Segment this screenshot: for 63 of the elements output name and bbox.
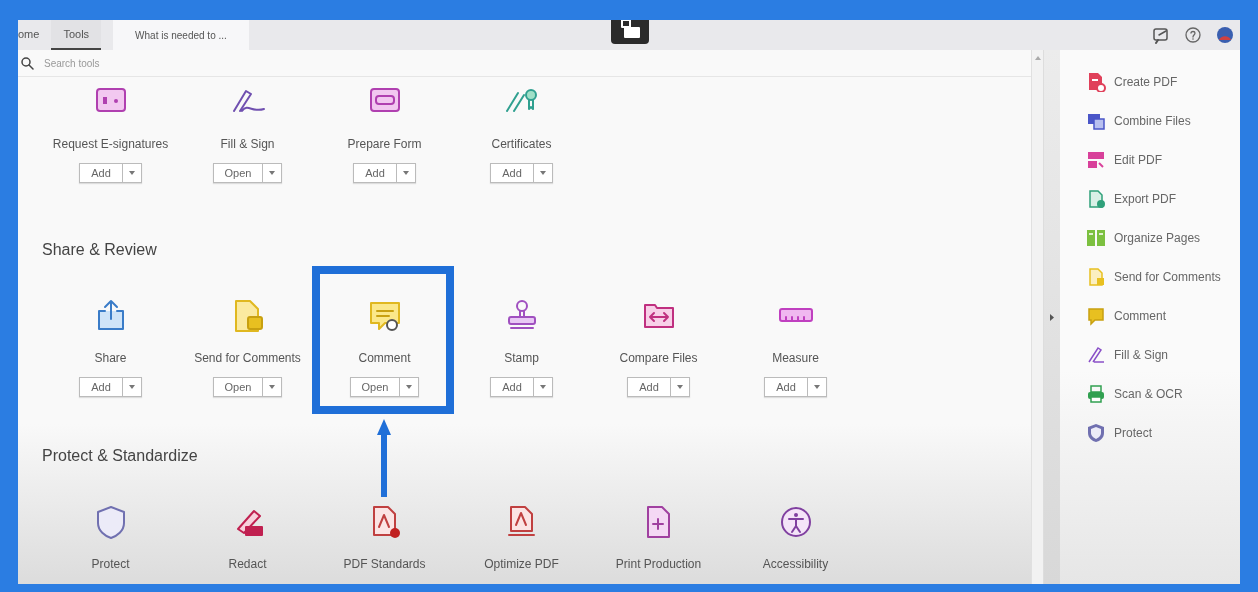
- tab[interactable]: ome: [18, 20, 52, 50]
- sidebar-item[interactable]: Edit PDF: [1114, 153, 1162, 167]
- sidebar-item[interactable]: Export PDF: [1114, 192, 1176, 206]
- caret-icon: [539, 171, 546, 175]
- tool-label: Protect: [91, 557, 130, 571]
- tab[interactable]: Tools: [51, 20, 102, 50]
- caret-icon: [539, 385, 546, 389]
- tool-label: Print Production: [615, 557, 702, 571]
- screen-capture-icon: [619, 20, 641, 39]
- tool-label: Request E-signatures: [52, 137, 169, 151]
- caret-icon: [676, 385, 683, 389]
- search-icon: [20, 56, 34, 70]
- tool-label: Send for Comments: [194, 351, 301, 365]
- tool-label: Share: [94, 351, 127, 365]
- window-icon[interactable]: [611, 20, 649, 44]
- tool-label: Fill & Sign: [220, 137, 275, 151]
- sidebar-item[interactable]: Scan & OCR: [1114, 387, 1183, 401]
- scroll-up-icon: [1034, 56, 1041, 60]
- tool-label: Compare Files: [619, 351, 698, 365]
- section-heading: Protect & Standardize: [42, 447, 199, 465]
- caret-icon: [813, 385, 820, 389]
- tool-action-button[interactable]: Add: [765, 378, 807, 396]
- tool-label: PDF Standards: [343, 557, 426, 571]
- dropdown-button[interactable]: [262, 378, 282, 396]
- collapse-icon: [1050, 313, 1054, 321]
- tool-action-button[interactable]: Add: [80, 378, 122, 396]
- tool-action-button[interactable]: Add: [354, 164, 396, 182]
- search-field[interactable]: Search tools: [42, 56, 246, 70]
- sidebar-item[interactable]: Organize Pages: [1114, 231, 1201, 245]
- dropdown-button[interactable]: [399, 378, 419, 396]
- tool-label: Comment: [358, 351, 411, 365]
- tool-label: Optimize PDF: [484, 557, 559, 571]
- dropdown-button[interactable]: [262, 164, 282, 182]
- caret-icon: [128, 385, 135, 389]
- tool-label: Redact: [228, 557, 267, 571]
- tool-action-button[interactable]: Add: [491, 164, 533, 182]
- tool-action-button[interactable]: Add: [491, 378, 533, 396]
- caret-icon: [128, 171, 135, 175]
- tool-label: Measure: [772, 351, 819, 365]
- tool-action-button[interactable]: Open: [213, 164, 263, 182]
- section-heading: Share & Review: [42, 241, 158, 259]
- tool-action-button[interactable]: Add: [628, 378, 670, 396]
- tool-label: Accessibility: [762, 557, 829, 571]
- tool-action-button[interactable]: Open: [350, 378, 400, 396]
- tool-label: Stamp: [504, 351, 539, 365]
- chat-icon: [1152, 26, 1170, 44]
- caret-icon: [402, 171, 409, 175]
- avatar-icon: [1216, 26, 1234, 44]
- tool-label: Certificates: [491, 137, 552, 151]
- caret-icon: [406, 385, 413, 389]
- sidebar-item[interactable]: Send for Comments: [1114, 270, 1221, 284]
- sidebar-item[interactable]: Protect: [1114, 426, 1152, 440]
- sidebar-item[interactable]: Comment: [1114, 309, 1166, 323]
- sidebar-item[interactable]: Create PDF: [1114, 75, 1178, 89]
- tool-action-button[interactable]: Add: [80, 164, 122, 182]
- sidebar-item[interactable]: Fill & Sign: [1114, 348, 1169, 362]
- help-icon: [1184, 26, 1202, 44]
- tool-label: Prepare Form: [347, 137, 422, 151]
- tool-action-button[interactable]: Open: [213, 378, 263, 396]
- caret-icon: [269, 385, 276, 389]
- caret-icon: [269, 171, 276, 175]
- sidebar-item[interactable]: Combine Files: [1114, 114, 1191, 128]
- document-tab[interactable]: What is needed to ...: [113, 20, 249, 50]
